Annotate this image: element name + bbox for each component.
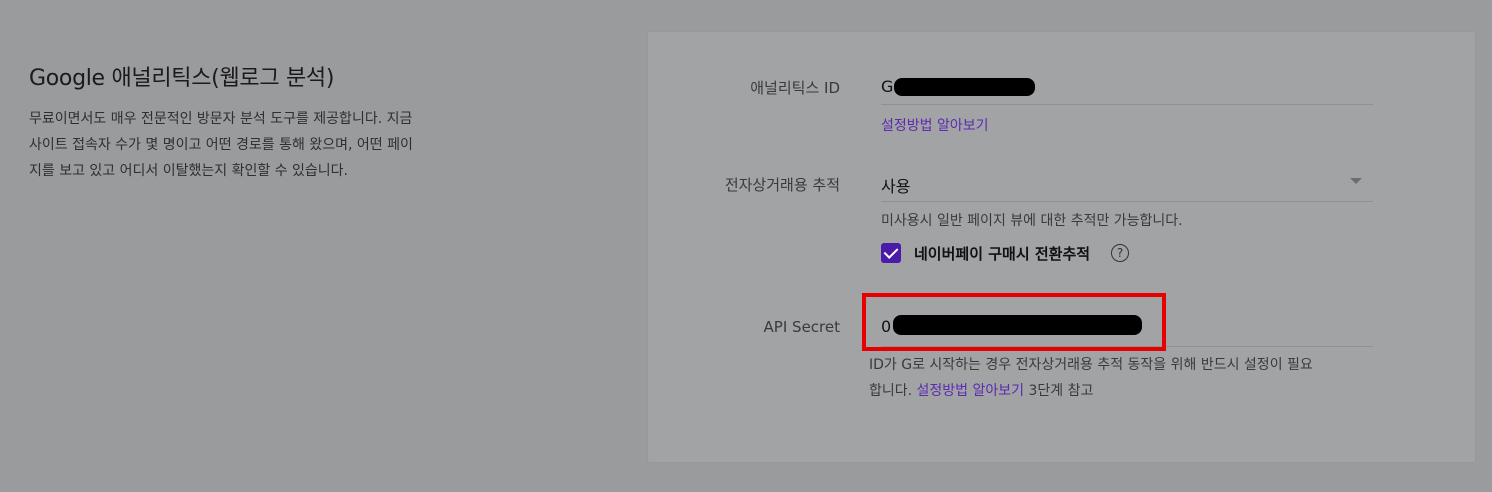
desc-line-3: 지를 보고 있고 어디서 이탈했는지 확인할 수 있습니다. (29, 163, 348, 179)
analytics-id-underline (881, 104, 1373, 105)
api-secret-help-link[interactable]: 설정방법 알아보기 (917, 383, 1025, 399)
highlight-box (862, 293, 1166, 351)
redaction-bar (894, 78, 1035, 96)
analytics-id-label: 애널리틱스 ID (750, 79, 840, 97)
section-description: 무료이면서도 매우 전문적인 방문자 분석 도구를 제공합니다. 지금 사이트 … (29, 106, 499, 184)
section-title: Google 애널리틱스(웹로그 분석) (29, 66, 335, 91)
desc-line-2: 사이트 접속자 수가 몇 명이고 어떤 경로를 통해 왔으며, 어떤 페이 (29, 137, 413, 153)
conversion-tracking-label[interactable]: 네이버페이 구매시 전환추적 (914, 243, 1090, 264)
ecommerce-selected-value: 사용 (881, 177, 911, 196)
conversion-tracking-checkbox[interactable] (881, 243, 901, 263)
analytics-id-input[interactable]: G (881, 77, 893, 96)
api-secret-label: API Secret (763, 318, 840, 336)
desc-line-1: 무료이면서도 매우 전문적인 방문자 분석 도구를 제공합니다. 지금 (29, 111, 413, 127)
ecommerce-underline (881, 201, 1373, 202)
api-secret-hint-suffix: 3단계 참고 (1024, 383, 1094, 399)
ecommerce-select[interactable]: 사용 (881, 173, 910, 197)
analytics-id-value: G (881, 77, 894, 96)
settings-card: 애널리틱스 ID G 설정방법 알아보기 전자상거래용 추적 사용 미사용시 일… (648, 32, 1475, 462)
api-secret-hint: ID가 G로 시작하는 경우 전자상거래용 추적 동작을 위해 반드시 설정이 … (869, 352, 1369, 404)
chevron-down-icon[interactable] (1350, 178, 1362, 184)
api-secret-hint-prefix: 합니다. (869, 383, 917, 399)
api-secret-hint-line-1: ID가 G로 시작하는 경우 전자상거래용 추적 동작을 위해 반드시 설정이 … (869, 357, 1313, 373)
analytics-id-help-link[interactable]: 설정방법 알아보기 (881, 115, 989, 135)
ecommerce-hint: 미사용시 일반 페이지 뷰에 대한 추적만 가능합니다. (881, 213, 1183, 229)
ecommerce-label: 전자상거래용 추적 (724, 176, 840, 194)
section-intro: Google 애널리틱스(웹로그 분석) 무료이면서도 매우 전문적인 방문자 … (29, 60, 499, 184)
help-icon[interactable]: ? (1111, 244, 1129, 262)
